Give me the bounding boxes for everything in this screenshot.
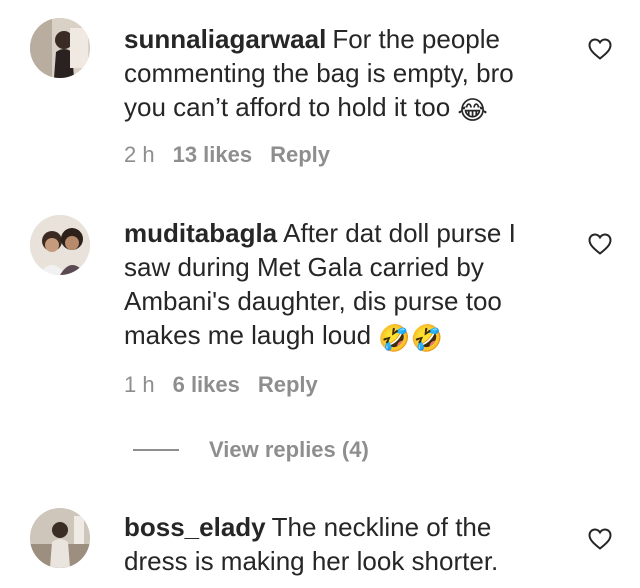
view-replies-button[interactable]: View replies (4) (133, 432, 369, 468)
username[interactable]: boss_elady (124, 512, 266, 542)
timestamp: 1 h (124, 372, 155, 397)
comment-text-block: boss_elady The neckline of the dress is m… (124, 510, 554, 578)
username[interactable]: muditabagla (124, 218, 277, 248)
reply-button[interactable]: Reply (258, 372, 318, 398)
heart-outline-icon[interactable] (588, 233, 612, 255)
likes-count[interactable]: 13 likes (173, 142, 253, 168)
comment-text-block: muditabagla After dat doll purse I saw du… (124, 216, 554, 355)
avatar[interactable] (30, 508, 90, 568)
view-replies-divider (133, 449, 179, 451)
reply-button[interactable]: Reply (270, 142, 330, 168)
heart-outline-icon[interactable] (588, 38, 612, 60)
comment-text-block: sunnaliagarwaal For the people commenting… (124, 22, 554, 127)
avatar[interactable] (30, 18, 90, 78)
comment-meta: 1 h 6 likes Reply (124, 372, 336, 398)
emoji: 😂 (457, 95, 488, 125)
comment-meta: 2 h 13 likes Reply (124, 142, 348, 168)
timestamp: 2 h (124, 142, 155, 167)
likes-count[interactable]: 6 likes (173, 372, 240, 398)
heart-outline-icon[interactable] (588, 528, 612, 550)
username[interactable]: sunnaliagarwaal (124, 24, 326, 54)
emoji: 🤣🤣 (378, 323, 444, 353)
avatar[interactable] (30, 215, 90, 275)
view-replies-label: View replies (4) (209, 437, 369, 462)
